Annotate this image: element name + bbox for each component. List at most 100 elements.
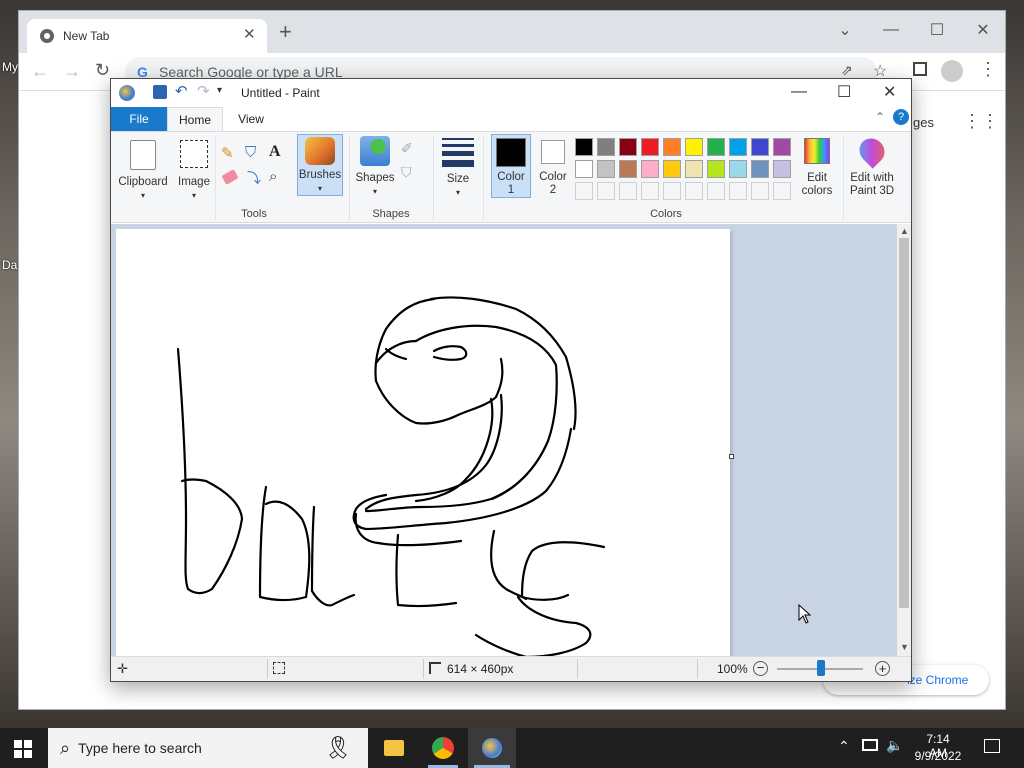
palette-swatch[interactable] <box>597 138 615 156</box>
palette-swatch[interactable] <box>751 160 769 178</box>
zoom-slider-thumb[interactable] <box>817 660 825 676</box>
palette-swatch[interactable] <box>773 160 791 178</box>
windows-start-icon[interactable] <box>14 740 32 761</box>
custom-color-slot[interactable] <box>729 182 747 200</box>
forward-icon[interactable]: → <box>63 61 81 82</box>
palette-swatch[interactable] <box>707 138 725 156</box>
shapes-group-label: Shapes <box>372 208 410 220</box>
shape-fill-icon[interactable]: ⛉ <box>401 164 412 181</box>
text-icon[interactable]: A <box>269 143 281 161</box>
custom-color-slot[interactable] <box>575 182 593 200</box>
chrome-menu-icon[interactable]: ⋮ <box>979 59 997 80</box>
drawing-canvas[interactable] <box>116 229 730 656</box>
reload-icon[interactable]: ↻ <box>95 60 110 81</box>
chrome-tab[interactable]: New Tab ✕ <box>27 19 267 53</box>
scroll-up-icon[interactable]: ▲ <box>900 226 909 236</box>
palette-swatch[interactable] <box>773 138 791 156</box>
save-icon[interactable] <box>153 85 167 99</box>
images-link[interactable]: ges <box>913 115 934 130</box>
undo-icon[interactable]: ↶ <box>175 82 188 100</box>
paint-minimize-icon[interactable]: — <box>791 83 807 101</box>
palette-swatch[interactable] <box>619 160 637 178</box>
palette-swatch[interactable] <box>707 160 725 178</box>
custom-color-slot[interactable] <box>619 182 637 200</box>
chrome-tab-search-icon[interactable]: ⌄ <box>825 17 865 43</box>
edit-colors-button[interactable]: Edit colors <box>795 134 839 198</box>
scroll-down-icon[interactable]: ▼ <box>900 642 909 652</box>
view-tab[interactable]: View <box>225 107 277 131</box>
close-tab-icon[interactable]: ✕ <box>243 25 256 43</box>
clipboard-button[interactable]: Clipboard ▾ <box>115 134 171 214</box>
show-hidden-icons[interactable]: ⌃ <box>838 738 850 755</box>
chrome-minimize-icon[interactable]: — <box>871 17 911 43</box>
help-icon[interactable]: ? <box>893 109 909 125</box>
scroll-thumb[interactable] <box>899 238 909 608</box>
brushes-label: Brushes <box>298 169 342 181</box>
back-icon[interactable]: ← <box>31 61 49 82</box>
clock-date[interactable]: 9/9/2022 <box>912 749 964 763</box>
palette-swatch[interactable] <box>641 160 659 178</box>
file-explorer-icon[interactable] <box>384 740 404 756</box>
share-icon[interactable]: ⇗ <box>841 62 853 79</box>
taskbar-search-box[interactable]: ⌕ Type here to search 🎗 <box>48 728 368 768</box>
custom-color-slot[interactable] <box>773 182 791 200</box>
chrome-maximize-icon[interactable]: ☐ <box>917 17 957 43</box>
zoom-in-icon[interactable]: + <box>875 661 890 676</box>
vertical-scrollbar[interactable]: ▲ ▼ <box>897 224 911 656</box>
custom-color-slot[interactable] <box>597 182 615 200</box>
palette-swatch[interactable] <box>685 160 703 178</box>
profile-avatar-icon[interactable] <box>941 60 963 82</box>
palette-swatch[interactable] <box>619 138 637 156</box>
rainbow-icon <box>804 138 830 164</box>
custom-color-slot[interactable] <box>641 182 659 200</box>
chrome-taskbar-icon[interactable] <box>432 737 454 759</box>
apps-grid-icon[interactable]: ⋮⋮⋮ <box>963 111 1017 132</box>
side-panel-icon[interactable] <box>913 62 927 76</box>
redo-icon[interactable]: ↷ <box>197 82 210 100</box>
color2-button[interactable]: Color 2 <box>535 134 571 198</box>
custom-color-slot[interactable] <box>663 182 681 200</box>
eraser-icon[interactable] <box>221 169 239 185</box>
palette-swatch[interactable] <box>597 160 615 178</box>
shapes-button[interactable]: Shapes ▾ <box>355 134 395 204</box>
magnifier-icon[interactable]: ⌕ <box>269 168 277 185</box>
palette-swatch[interactable] <box>663 160 681 178</box>
size-button[interactable]: Size ▾ <box>439 134 477 204</box>
zoom-out-icon[interactable]: − <box>753 661 768 676</box>
palette-swatch[interactable] <box>641 138 659 156</box>
file-tab[interactable]: File <box>111 107 167 131</box>
collapse-ribbon-icon[interactable]: ⌃ <box>875 110 885 124</box>
paint-close-icon[interactable]: ✕ <box>883 82 896 102</box>
home-tab[interactable]: Home <box>167 107 223 131</box>
palette-swatch[interactable] <box>575 160 593 178</box>
mouse-cursor-icon <box>798 603 812 627</box>
edit-with-paint3d-button[interactable]: Edit with Paint 3D <box>847 133 897 198</box>
color-picker-icon[interactable]: ⤵ <box>247 168 261 188</box>
fill-icon[interactable]: ⛉ <box>245 144 256 161</box>
custom-color-slot[interactable] <box>685 182 703 200</box>
palette-swatch[interactable] <box>663 138 681 156</box>
new-tab-icon[interactable]: + <box>279 21 292 43</box>
notifications-icon[interactable] <box>984 739 1000 753</box>
custom-color-slot[interactable] <box>707 182 725 200</box>
chrome-tab-strip: New Tab ✕ + ⌄ — ☐ ✕ <box>19 11 1005 53</box>
chrome-close-icon[interactable]: ✕ <box>963 17 1003 43</box>
network-icon[interactable] <box>862 739 878 751</box>
palette-swatch[interactable] <box>685 138 703 156</box>
palette-swatch[interactable] <box>729 160 747 178</box>
palette-swatch[interactable] <box>751 138 769 156</box>
palette-swatch[interactable] <box>575 138 593 156</box>
status-separator <box>577 659 578 679</box>
paint-taskbar-icon[interactable] <box>468 728 516 768</box>
color1-button[interactable]: Color 1 <box>491 134 531 198</box>
image-button[interactable]: Image ▾ <box>175 134 213 214</box>
brushes-button[interactable]: Brushes ▾ <box>297 134 343 196</box>
pencil-icon[interactable]: ✎ <box>221 144 234 162</box>
palette-swatch[interactable] <box>729 138 747 156</box>
canvas-resize-handle[interactable] <box>729 454 734 459</box>
custom-color-slot[interactable] <box>751 182 769 200</box>
quick-access-dropdown-icon[interactable]: ▾ <box>217 85 222 96</box>
outline-icon[interactable]: ✐ <box>401 140 413 157</box>
paint-maximize-icon[interactable]: ☐ <box>837 82 851 102</box>
volume-icon[interactable]: 🔈 <box>886 737 903 754</box>
